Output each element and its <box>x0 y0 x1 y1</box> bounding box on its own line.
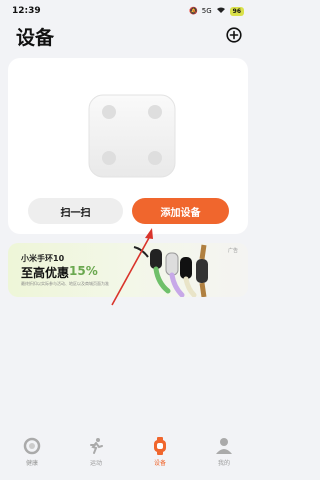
battery-indicator: 96 <box>229 6 244 16</box>
fitness-band-image <box>133 244 208 297</box>
status-time: 12:39 <box>12 6 41 16</box>
scan-button[interactable]: 扫一扫 <box>28 198 123 224</box>
tab-health[interactable]: 健康 <box>7 437 57 467</box>
wifi-icon <box>216 6 226 16</box>
plus-circle-icon[interactable] <box>226 27 242 43</box>
ad-disclaimer: 最终折扣以实际参与活动、地区以及商城页面为准 <box>21 281 109 286</box>
runner-icon <box>90 438 103 454</box>
page-title: 设备 <box>16 27 55 49</box>
tab-me[interactable]: 我的 <box>199 437 249 467</box>
smart-scale-icon <box>88 94 176 178</box>
ring-icon <box>23 437 41 455</box>
ad-discount-prefix: 至高优惠 <box>21 266 70 280</box>
bottom-tab-bar: 健康 运动 设备 我的 <box>0 431 256 480</box>
add-device-button[interactable]: 添加设备 <box>132 198 229 224</box>
signal-icon: 5G <box>201 7 212 15</box>
tab-sport[interactable]: 运动 <box>71 437 121 467</box>
tab-device[interactable]: 设备 <box>135 437 185 467</box>
tab-label: 我的 <box>217 460 230 467</box>
status-bar: 12:39 🔕 5G 96 <box>0 0 256 22</box>
ad-product-name: 小米手环10 <box>21 254 65 263</box>
tab-label: 健康 <box>25 460 38 467</box>
ad-discount: 至高优惠 15% <box>21 264 98 281</box>
tab-label: 设备 <box>153 460 166 467</box>
ad-discount-percent: 15% <box>69 264 98 278</box>
tab-label: 运动 <box>89 460 102 467</box>
watch-icon <box>154 437 166 455</box>
status-icons: 🔕 5G 96 <box>189 6 244 16</box>
person-icon <box>216 438 232 454</box>
mute-icon: 🔕 <box>189 7 198 15</box>
device-card: 扫一扫 添加设备 <box>8 58 248 234</box>
ad-banner[interactable]: 广告 小米手环10 至高优惠 15% 最终折扣以实际参与活动、地区以及商城页面为… <box>8 243 248 297</box>
